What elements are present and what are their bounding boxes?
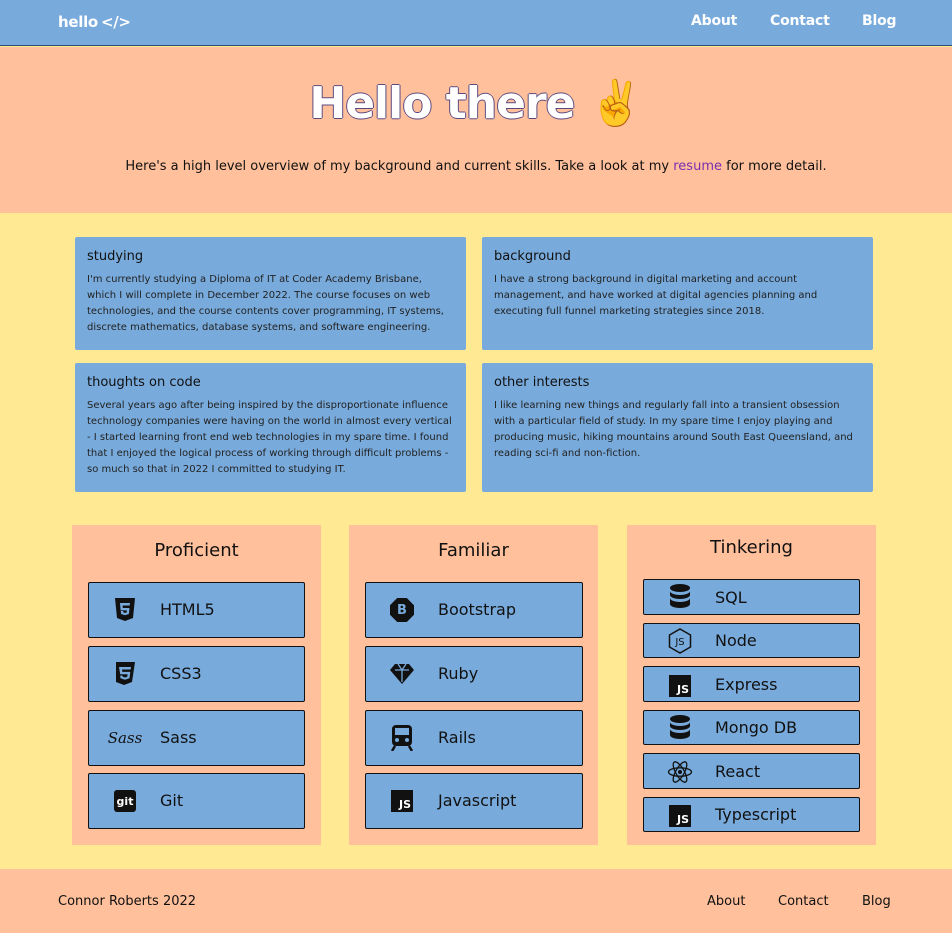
hero-subtitle-post: for more detail. xyxy=(721,159,827,174)
footer: Connor Roberts 2022 About Contact Blog xyxy=(0,869,952,933)
card-title: background xyxy=(494,249,571,264)
skill-label: Javascript xyxy=(438,791,517,810)
column-title: Tinkering xyxy=(710,537,793,558)
database-icon xyxy=(667,584,693,610)
skill-sql: SQL xyxy=(643,579,860,615)
javascript-icon: JS xyxy=(667,803,693,829)
css3-icon xyxy=(112,661,138,687)
hero-title: Hello there ✌️ xyxy=(0,77,952,129)
hero-subtitle-pre: Here's a high level overview of my backg… xyxy=(125,159,674,174)
ruby-icon xyxy=(389,661,415,687)
skill-git: git Git xyxy=(88,773,305,829)
resume-link[interactable]: resume xyxy=(673,159,722,174)
nodejs-icon: JS xyxy=(667,628,693,654)
skill-label: Node xyxy=(715,631,757,650)
footer-link-contact[interactable]: Contact xyxy=(778,894,829,909)
hero-title-text: Hello there xyxy=(309,78,575,129)
skill-label: SQL xyxy=(715,588,747,607)
skill-label: CSS3 xyxy=(160,664,202,683)
skill-label: HTML5 xyxy=(160,600,215,619)
victory-hand-icon: ✌️ xyxy=(588,78,644,129)
skill-label: Sass xyxy=(160,728,197,747)
skill-label: Mongo DB xyxy=(715,718,798,737)
card-body: I like learning new things and regularly… xyxy=(494,400,853,459)
javascript-icon: JS xyxy=(667,673,693,699)
skill-express: JS Express xyxy=(643,666,860,702)
skill-mongodb: Mongo DB xyxy=(643,710,860,745)
skill-node: JS Node xyxy=(643,623,860,658)
brand-text: hello xyxy=(58,13,98,31)
card-body: I'm currently studying a Diploma of IT a… xyxy=(87,274,444,333)
js-badge: JS xyxy=(391,790,413,812)
bootstrap-badge: B xyxy=(390,598,414,622)
nav-link-blog[interactable]: Blog xyxy=(862,13,897,29)
skill-rails: Rails xyxy=(365,710,583,766)
skills-column-tinkering: Tinkering SQL JS Node JS Express Mongo D… xyxy=(627,525,876,845)
js-badge: JS xyxy=(669,675,691,697)
footer-copyright: Connor Roberts 2022 xyxy=(58,894,197,909)
react-icon xyxy=(667,759,693,785)
skill-label: Rails xyxy=(438,728,476,747)
skill-label: Typescript xyxy=(715,805,797,824)
footer-link-about[interactable]: About xyxy=(707,894,745,909)
skills-column-proficient: Proficient HTML5 CSS3 Sass Sass git Git xyxy=(72,525,321,845)
js-badge: JS xyxy=(669,805,691,827)
card-body: I have a strong background in digital ma… xyxy=(494,274,818,317)
git-icon: git xyxy=(112,788,138,814)
card-title: other interests xyxy=(494,375,590,390)
bootstrap-icon: B xyxy=(389,597,415,623)
skill-label: Bootstrap xyxy=(438,600,516,619)
skill-label: Express xyxy=(715,675,778,694)
skill-label: React xyxy=(715,762,761,781)
card-background: background I have a strong background in… xyxy=(482,237,873,350)
skill-label: Ruby xyxy=(438,664,479,683)
card-body: Several years ago after being inspired b… xyxy=(87,400,452,475)
skill-ruby: Ruby xyxy=(365,646,583,702)
skill-label: Git xyxy=(160,791,184,810)
hero-section: Hello there ✌️ Here's a high level overv… xyxy=(0,47,952,213)
nav-link-contact[interactable]: Contact xyxy=(770,13,830,29)
card-title: studying xyxy=(87,249,144,264)
database-icon xyxy=(667,715,693,741)
html5-icon xyxy=(112,597,138,623)
nav-link-about[interactable]: About xyxy=(691,13,737,29)
skills-column-familiar: Familiar B Bootstrap Ruby Rails JS Javas… xyxy=(349,525,598,845)
skill-bootstrap: B Bootstrap xyxy=(365,582,583,638)
nodejs-icon-text: JS xyxy=(674,637,684,648)
card-thoughts-on-code: thoughts on code Several years ago after… xyxy=(75,363,466,492)
sass-icon: Sass xyxy=(107,725,143,751)
skill-css3: CSS3 xyxy=(88,646,305,702)
navbar: hello </> About Contact Blog xyxy=(0,0,952,46)
skill-react: React xyxy=(643,753,860,789)
sass-logo-text: Sass xyxy=(107,729,143,747)
column-title: Proficient xyxy=(154,540,239,561)
column-title: Familiar xyxy=(438,540,509,561)
card-title: thoughts on code xyxy=(87,375,201,390)
skill-sass: Sass Sass xyxy=(88,710,305,766)
skill-typescript: JS Typescript xyxy=(643,797,860,832)
train-icon xyxy=(389,725,415,751)
hero-subtitle: Here's a high level overview of my backg… xyxy=(0,159,952,174)
javascript-icon: JS xyxy=(389,788,415,814)
skill-javascript: JS Javascript xyxy=(365,773,583,829)
brand-code-icon: </> xyxy=(100,13,131,31)
footer-link-blog[interactable]: Blog xyxy=(862,894,891,909)
card-studying: studying I'm currently studying a Diplom… xyxy=(75,237,466,350)
brand-logo[interactable]: hello </> xyxy=(58,13,131,31)
skill-html5: HTML5 xyxy=(88,582,305,638)
git-badge: git xyxy=(114,790,136,812)
card-other-interests: other interests I like learning new thin… xyxy=(482,363,873,492)
